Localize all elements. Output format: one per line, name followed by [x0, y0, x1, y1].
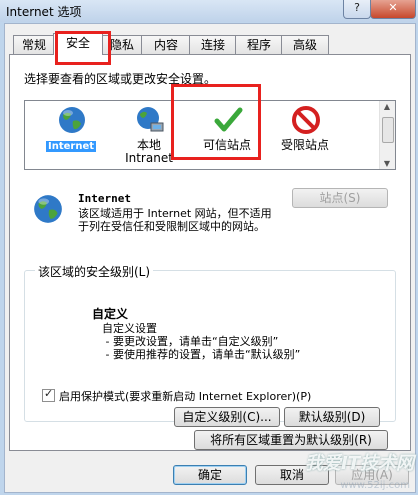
close-button[interactable]: ✕ — [370, 0, 416, 19]
network-globe-icon — [137, 107, 164, 132]
tab-privacy[interactable]: 隐私 — [101, 35, 143, 54]
ok-button[interactable]: 确定 — [173, 465, 247, 485]
checkmark-icon — [214, 107, 243, 132]
security-level-group-title: 该区域的安全级别(L) — [35, 263, 154, 280]
zone-trusted-sites-label: 可信站点 — [202, 138, 251, 152]
no-entry-icon — [292, 106, 320, 134]
zone-restricted-sites[interactable]: 受限站点 — [269, 105, 341, 165]
zone-trusted-sites[interactable]: 可信站点 — [191, 105, 263, 165]
zone-local-intranet[interactable]: 本地 Intranet — [113, 105, 185, 165]
zone-restricted-sites-label: 受限站点 — [280, 138, 329, 152]
watermark-url: www.52ij.com — [340, 480, 410, 491]
zone-local-intranet-label: 本地 Intranet — [125, 138, 173, 165]
protected-mode-checkbox[interactable] — [42, 387, 55, 402]
scroll-up-icon[interactable]: ▲ — [382, 102, 392, 111]
security-level-description: 自定义设置 - 要更改设置，请单击“自定义级别” - 要使用推荐的设置，请单击“… — [102, 322, 301, 361]
sites-button[interactable]: 站点(S) — [292, 188, 388, 208]
selected-zone-globe-icon — [34, 195, 62, 223]
security-level-title: 自定义 — [92, 307, 129, 321]
select-zone-label: 选择要查看的区域或更改安全设置。 — [24, 72, 217, 86]
reset-all-zones-button[interactable]: 将所有区域重置为默认级别(R) — [194, 430, 388, 450]
selected-zone-description: 该区域适用于 Internet 网站，但不适用于列在受信任和受限制区域中的网站。 — [78, 207, 272, 233]
window-title: Internet 选项 — [6, 5, 82, 19]
scroll-down-icon[interactable]: ▼ — [382, 159, 392, 168]
tab-content[interactable]: 内容 — [141, 35, 191, 54]
tab-security[interactable]: 安全 — [53, 33, 103, 55]
tab-connections[interactable]: 连接 — [189, 35, 237, 54]
scroll-thumb[interactable] — [382, 117, 394, 143]
default-level-button[interactable]: 默认级别(D) — [284, 407, 380, 427]
title-bar: Internet 选项 ? ✕ — [0, 0, 418, 22]
selected-zone-title: Internet — [78, 192, 131, 205]
internet-options-dialog: 常规 安全 隐私 内容 连接 程序 高级 选择要查看的区域或更改安全设置。 In… — [4, 23, 416, 493]
protected-mode-row[interactable]: 启用保护模式(要求重新启动 Internet Explorer)(P) — [42, 387, 312, 404]
tab-advanced[interactable]: 高级 — [281, 35, 329, 54]
watermark-text: 我爱IT技术网 — [305, 453, 414, 474]
tab-programs[interactable]: 程序 — [235, 35, 283, 54]
zone-internet-label: Internet — [45, 141, 96, 152]
security-panel: 选择要查看的区域或更改安全设置。 Internet 本地 Intranet 可信… — [9, 54, 411, 451]
tab-general[interactable]: 常规 — [13, 35, 55, 54]
custom-level-button[interactable]: 自定义级别(C)... — [174, 407, 280, 427]
zone-list-scrollbar[interactable]: ▲ ▼ — [379, 101, 395, 169]
zone-internet[interactable]: Internet — [35, 105, 107, 165]
protected-mode-label: 启用保护模式(要求重新启动 Internet Explorer)(P) — [59, 390, 312, 403]
globe-icon — [59, 107, 85, 133]
help-button[interactable]: ? — [343, 0, 371, 19]
zone-list: Internet 本地 Intranet 可信站点 受限站点 ▲ ▼ — [24, 100, 396, 170]
